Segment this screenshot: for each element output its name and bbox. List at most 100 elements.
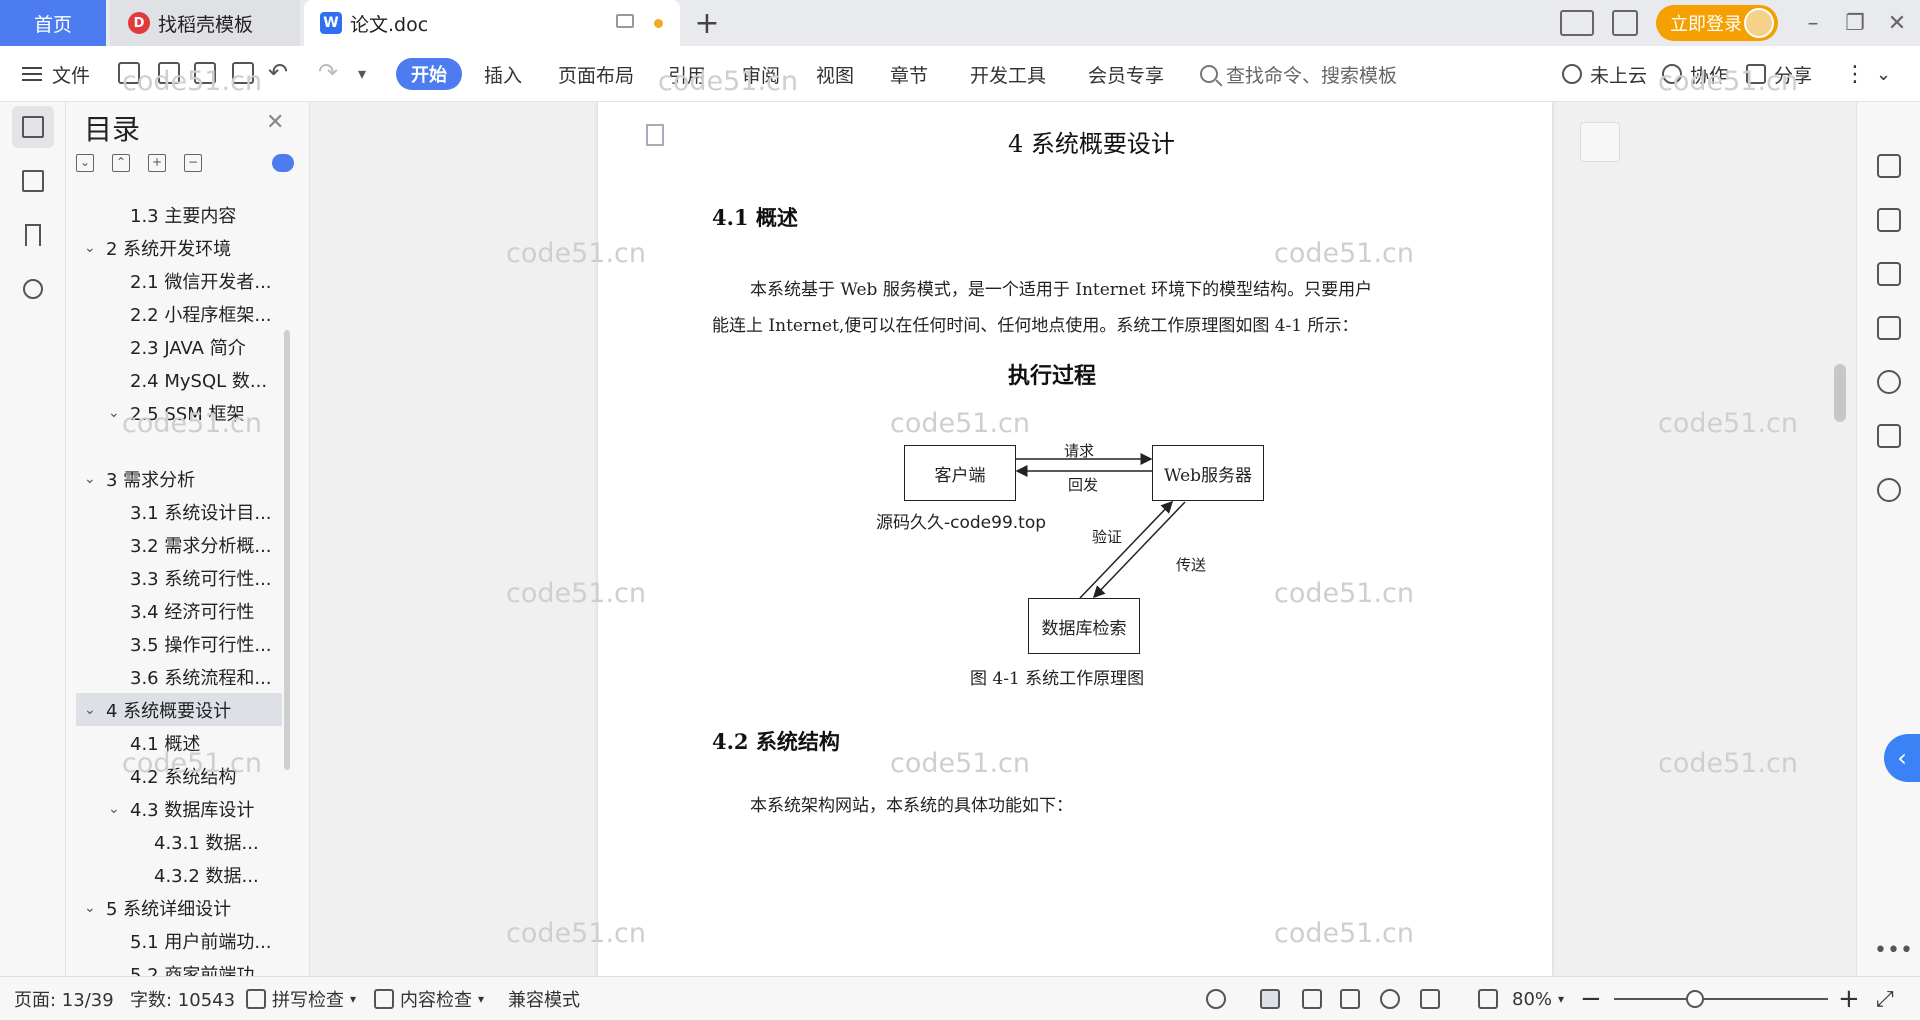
toc-item[interactable]: 3.5 操作可行性... [66, 627, 296, 660]
zoom-out-icon[interactable]: − [1580, 977, 1602, 1020]
toc-item[interactable]: 3.2 需求分析概... [66, 528, 296, 561]
tab-template[interactable]: D 找稻壳模板 [110, 0, 300, 46]
toc-panel-button[interactable] [12, 106, 54, 148]
remove-heading-icon[interactable]: − [184, 154, 202, 172]
toc-item[interactable]: ⌄ 3 需求分析 [66, 462, 296, 495]
reading-mode-icon[interactable] [1877, 424, 1901, 448]
ribbon-tab-start[interactable]: 开始 [396, 58, 462, 90]
toc-toggle[interactable] [272, 154, 294, 172]
ribbon-tab-layout[interactable]: 页面布局 [558, 46, 634, 102]
zoom-level[interactable]: 80% ▾ [1512, 977, 1564, 1020]
toc-item[interactable]: 3.3 系统可行性... [66, 561, 296, 594]
ai-assistant-icon[interactable] [1877, 370, 1901, 394]
grid-apps-icon[interactable] [1612, 10, 1638, 36]
toc-item[interactable]: 1.3 主要内容 [66, 198, 296, 231]
toc-item[interactable]: 2.3 JAVA 简介 [66, 330, 296, 363]
toc-item[interactable]: 3.6 系统流程和... [66, 660, 296, 693]
ribbon-tab-view[interactable]: 视图 [816, 46, 854, 102]
nav-panel-button[interactable] [12, 160, 54, 202]
close-icon[interactable]: ✕ [266, 110, 284, 135]
toc-item[interactable]: 4.3.2 数据... [66, 858, 296, 891]
undo-icon[interactable]: ↶ [268, 58, 288, 86]
chevron-down-icon[interactable]: ⌄ [84, 240, 98, 256]
bookmark-panel-button[interactable] [12, 214, 54, 256]
chevron-down-icon[interactable]: ⌄ [84, 471, 98, 487]
command-search[interactable]: 查找命令、搜索模板 [1200, 46, 1397, 102]
document-page[interactable]: 4 系统概要设计 4.1 概述 本系统基于 Web 服务模式，是一个适用于 In… [598, 102, 1552, 976]
outline-view-button[interactable] [1302, 977, 1322, 1020]
toc-item[interactable]: 2.4 MySQL 数... [66, 363, 296, 396]
toc-item-label: 3.5 操作可行性... [130, 634, 272, 656]
help-icon[interactable] [1877, 478, 1901, 502]
monitor-icon[interactable] [616, 14, 634, 28]
fit-page-button[interactable] [1478, 977, 1498, 1020]
more-options-icon[interactable]: ⋮ [1844, 46, 1866, 102]
cloud-status-button[interactable]: 未上云 [1562, 46, 1647, 102]
page-indicator[interactable]: 页面: 13/39 [14, 977, 114, 1020]
new-tab-button[interactable]: + [690, 6, 724, 41]
tab-home[interactable]: 首页 [0, 0, 106, 46]
toc-item[interactable]: 5.1 用户前端功... [66, 924, 296, 957]
toc-item[interactable]: ⌄ 2 系统开发环境 [66, 231, 296, 264]
restore-icon[interactable]: ❐ [1840, 8, 1870, 38]
collapse-ribbon-icon[interactable]: ⌄ [1876, 46, 1891, 102]
figure-caption: 图 4-1 系统工作原理图 [970, 669, 1145, 689]
toc-item[interactable]: ⌄ 4.3 数据库设计 [66, 792, 296, 825]
adjust-sliders-icon[interactable] [1877, 262, 1901, 286]
chevron-down-icon[interactable]: ⌄ [84, 702, 98, 718]
chevron-down-icon[interactable]: ⌄ [108, 801, 122, 817]
toc-item-label: 2.1 微信开发者... [130, 271, 272, 293]
toc-item[interactable]: 2.1 微信开发者... [66, 264, 296, 297]
fullscreen-icon[interactable]: ⤢ [1876, 977, 1894, 1020]
toc-scrollbar[interactable] [284, 330, 290, 770]
filter-icon[interactable] [1580, 122, 1620, 162]
chevron-down-icon[interactable]: ⌄ [84, 900, 98, 916]
quick-access-dropdown-icon[interactable]: ▾ [358, 64, 366, 83]
tab-document[interactable]: W 论文.doc [304, 0, 680, 46]
zoom-in-icon[interactable]: + [1838, 977, 1860, 1020]
write-mode-button[interactable] [1420, 977, 1440, 1020]
cursor-select-icon[interactable] [1877, 208, 1901, 232]
close-icon[interactable]: ✕ [1882, 8, 1912, 38]
zoom-slider[interactable] [1614, 998, 1828, 1000]
toc-item[interactable]: 3.4 经济可行性 [66, 594, 296, 627]
login-button[interactable]: 立即登录 [1656, 5, 1778, 41]
document-scrollbar-thumb[interactable] [1834, 364, 1846, 422]
find-panel-button[interactable] [12, 268, 54, 310]
page-view-button[interactable] [1260, 977, 1280, 1020]
content-check-button[interactable]: 内容检查 ▾ [374, 977, 484, 1020]
redo-icon[interactable]: ↷ [318, 58, 338, 86]
spell-check-button[interactable]: 拼写检查 ▾ [246, 977, 356, 1020]
add-heading-icon[interactable]: + [148, 154, 166, 172]
file-menu-button[interactable]: 文件 [22, 46, 90, 102]
more-dots-icon[interactable]: ••• [1874, 938, 1913, 963]
image-edit-icon[interactable] [1877, 316, 1901, 340]
chevron-down-icon[interactable]: ⌄ [108, 405, 122, 421]
reading-view-button[interactable] [1340, 977, 1360, 1020]
toc-item[interactable]: 3.1 系统设计目... [66, 495, 296, 528]
pen-icon[interactable] [1877, 154, 1901, 178]
document-scrollbar[interactable] [1830, 102, 1856, 976]
eye-protect-button[interactable] [1206, 977, 1226, 1020]
ribbon-tab-developer[interactable]: 开发工具 [970, 46, 1046, 102]
toc-item-label: 4.3.2 数据... [154, 865, 259, 887]
collapse-all-icon[interactable]: ⌄ [76, 154, 94, 172]
tab-home-label: 首页 [33, 13, 72, 36]
toc-item[interactable]: 2.2 小程序框架... [66, 297, 296, 330]
watermark: code51.cn [506, 578, 647, 609]
minimize-icon[interactable]: – [1798, 8, 1828, 38]
expand-up-icon[interactable]: ⌃ [112, 154, 130, 172]
ribbon-tab-member[interactable]: 会员专享 [1088, 46, 1164, 102]
toc-item-active[interactable]: ⌄ 4 系统概要设计 [76, 693, 282, 726]
word-count[interactable]: 字数: 10543 [130, 977, 235, 1020]
toc-item[interactable]: 5.2 商家前端功... [66, 957, 296, 977]
web-view-button[interactable] [1380, 977, 1400, 1020]
chevron-down-icon: ▾ [350, 992, 357, 1006]
ribbon-tab-insert[interactable]: 插入 [484, 46, 522, 102]
layout-icon[interactable] [1560, 10, 1594, 36]
toc-item[interactable]: ⌄ 5 系统详细设计 [66, 891, 296, 924]
zoom-slider-knob[interactable] [1686, 990, 1704, 1008]
toc-item[interactable]: 4.3.1 数据... [66, 825, 296, 858]
watermark: code51.cn [122, 408, 263, 439]
ribbon-tab-chapter[interactable]: 章节 [890, 46, 928, 102]
